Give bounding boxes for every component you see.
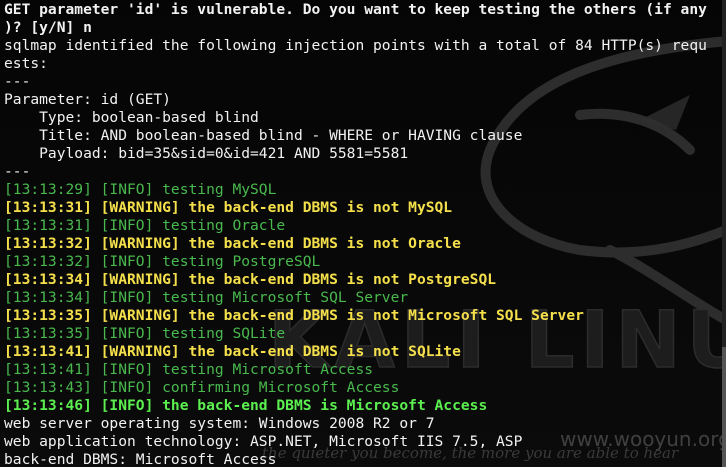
terminal-line: [13:13:31] [INFO] testing Oracle <box>4 217 286 234</box>
terminal-line: Title: AND boolean-based blind - WHERE o… <box>4 127 523 144</box>
terminal-line: [13:13:43] [INFO] confirming Microsoft A… <box>4 379 400 396</box>
terminal-line: [13:13:46] [INFO] the back-end DBMS is M… <box>4 397 488 414</box>
terminal-scrollbar[interactable] <box>722 0 726 467</box>
terminal-line: web server operating system: Windows 200… <box>4 415 435 432</box>
terminal-line: GET parameter 'id' is vulnerable. Do you… <box>4 1 707 18</box>
terminal-line: [13:13:41] [WARNING] the back-end DBMS i… <box>4 343 461 360</box>
terminal-line: sqlmap identified the following injectio… <box>4 37 707 54</box>
terminal-output[interactable]: GET parameter 'id' is vulnerable. Do you… <box>0 0 726 467</box>
terminal-line: [13:13:34] [WARNING] the back-end DBMS i… <box>4 271 497 288</box>
terminal-line: )? [y/N] n <box>4 19 92 36</box>
terminal-line: [13:13:31] [WARNING] the back-end DBMS i… <box>4 199 453 216</box>
terminal-line: [13:13:29] [INFO] testing MySQL <box>4 181 277 198</box>
terminal-line: [13:13:35] [WARNING] the back-end DBMS i… <box>4 307 584 324</box>
terminal-line: [13:13:32] [WARNING] the back-end DBMS i… <box>4 235 461 252</box>
terminal-line: Payload: bid=35&sid=0&id=421 AND 5581=55… <box>4 145 409 162</box>
terminal-line: [13:13:41] [INFO] testing Microsoft Acce… <box>4 361 374 378</box>
terminal-line: Parameter: id (GET) <box>4 91 171 108</box>
terminal-line: --- <box>4 163 31 180</box>
terminal-line: ests: <box>4 55 48 72</box>
terminal-line: web application technology: ASP.NET, Mic… <box>4 433 523 450</box>
terminal-line: [13:13:35] [INFO] testing SQLite <box>4 325 286 342</box>
scrollbar-thumb[interactable] <box>722 347 726 467</box>
terminal-line: back-end DBMS: Microsoft Access <box>4 451 277 467</box>
terminal-line: --- <box>4 73 31 90</box>
terminal-line: [13:13:34] [INFO] testing Microsoft SQL … <box>4 289 409 306</box>
terminal-line: [13:13:32] [INFO] testing PostgreSQL <box>4 253 321 270</box>
terminal-line: Type: boolean-based blind <box>4 109 259 126</box>
